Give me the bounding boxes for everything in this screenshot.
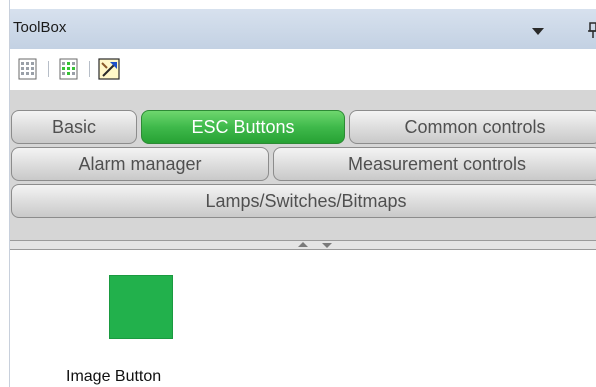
- toolbox-item-label: Image Button: [66, 368, 162, 385]
- window-title: ToolBox: [13, 19, 67, 36]
- tab-esc-buttons[interactable]: ESC Buttons: [141, 110, 345, 144]
- build-tool-icon[interactable]: [96, 56, 122, 82]
- pin-icon[interactable]: [588, 22, 596, 38]
- grid-highlight-icon[interactable]: [56, 56, 82, 82]
- panel-splitter[interactable]: [10, 240, 596, 250]
- tab-strip: Basic ESC Buttons Common controls Alarm …: [10, 90, 596, 240]
- tab-basic[interactable]: Basic: [11, 110, 137, 144]
- collapse-up-icon[interactable]: [298, 242, 308, 247]
- toolbox-item-image-button[interactable]: Image Button: [66, 275, 190, 387]
- toolbar: [10, 49, 596, 89]
- tab-common-controls[interactable]: Common controls: [349, 110, 596, 144]
- toolbox-items-panel: Image Button: [10, 250, 596, 387]
- image-button-icon[interactable]: [109, 275, 173, 339]
- tab-measurement-controls[interactable]: Measurement controls: [273, 147, 596, 181]
- toolbar-separator: [48, 61, 49, 77]
- title-bar[interactable]: ToolBox: [10, 9, 596, 50]
- tab-alarm-manager[interactable]: Alarm manager: [11, 147, 269, 181]
- expand-down-icon[interactable]: [322, 243, 332, 248]
- toolbox-window: ToolBox Basic ESC Buttons Common control…: [0, 0, 596, 387]
- dropdown-arrow-icon[interactable]: [532, 28, 544, 35]
- tab-lamps-switches-bitmaps[interactable]: Lamps/Switches/Bitmaps: [11, 184, 596, 218]
- toolbar-separator: [89, 61, 90, 77]
- grid-view-icon[interactable]: [15, 56, 41, 82]
